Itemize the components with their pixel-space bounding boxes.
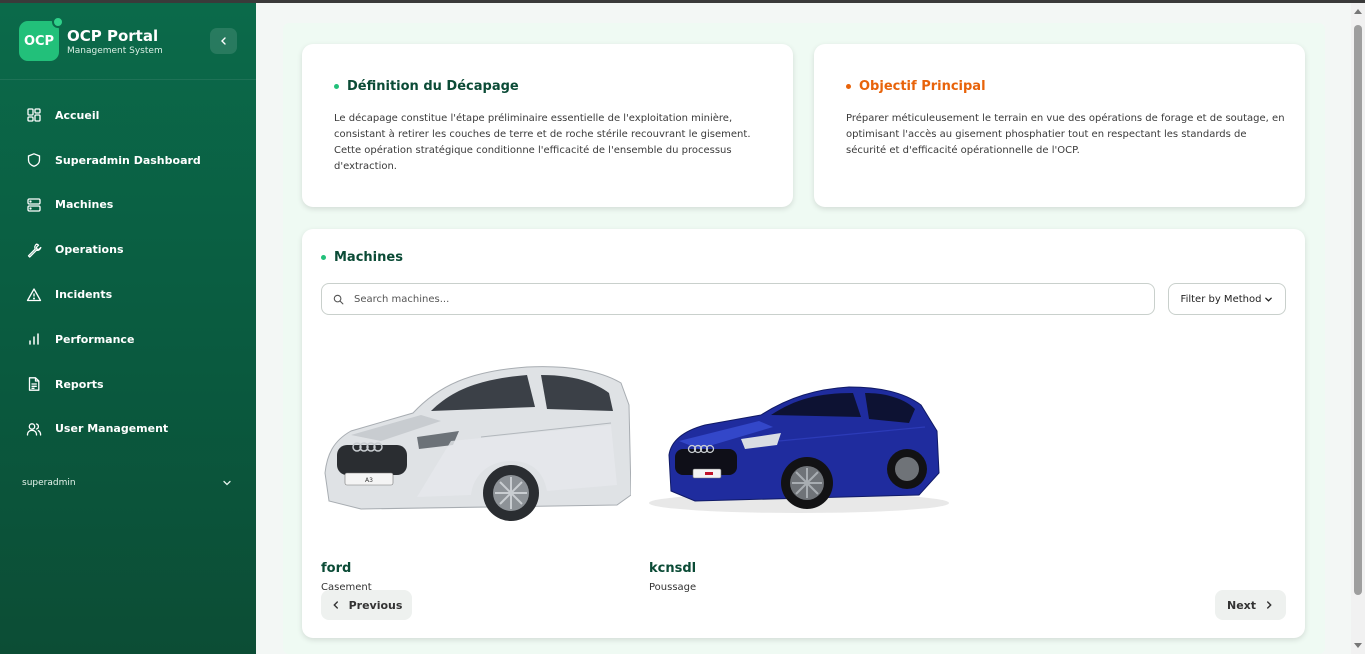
app-subtitle: Management System [67,45,163,56]
machine-method: Poussage [649,582,697,593]
objective-text: Préparer méticuleusement le terrain en v… [846,113,1285,156]
objective-card: Objectif Principal Préparer méticuleusem… [814,44,1305,207]
chevron-down-icon [1265,297,1273,302]
machine-name: kcnsdl [649,561,697,576]
scroll-thumb[interactable] [1354,25,1362,595]
sidebar-item-label: Operations [55,243,124,257]
sidebar: OCP OCP Portal Management System Accueil… [0,3,256,654]
logo-text: OCP [23,33,55,49]
page-scrollbar[interactable] [1351,3,1365,654]
scroll-down-arrow-icon[interactable] [1354,643,1362,648]
machines-card: Machines Filter by Method [302,229,1305,638]
sidebar-item-label: Reports [55,377,104,391]
status-dot [52,16,64,28]
user-menu[interactable]: superadmin [22,478,232,488]
sidebar-item-label: Performance [55,332,135,346]
content-panel: Définition du Décapage Le décapage const… [283,23,1325,654]
sidebar-item-label: Incidents [55,288,113,302]
chevron-down-icon [223,480,231,486]
search-input[interactable] [354,293,1114,305]
machine-name: ford [321,561,352,576]
wrench-icon [26,242,42,258]
app-title: OCP Portal [67,26,159,45]
machine-card[interactable]: A3 ford Casement [321,345,632,593]
machines-title: Machines [321,250,403,265]
window-top-border [0,0,1365,3]
bar-chart-icon [26,331,42,347]
sidebar-item-label: Superadmin Dashboard [55,153,201,167]
app-logo: OCP [19,16,64,61]
definition-card: Définition du Décapage Le décapage const… [302,44,793,207]
machines-title-text: Machines [334,250,403,265]
sidebar-item-incidents[interactable]: Incidents [0,272,256,317]
sidebar-item-label: Accueil [55,108,100,122]
sidebar-item-reports[interactable]: Reports [0,362,256,407]
scroll-up-arrow-icon[interactable] [1354,9,1362,14]
search-icon [333,294,344,304]
chevron-right-icon [1267,601,1272,609]
username: superadmin [22,478,76,488]
definition-title-text: Définition du Décapage [347,79,519,94]
previous-label: Previous [348,598,403,612]
alert-triangle-icon [26,287,42,303]
file-text-icon [26,376,42,392]
collapse-sidebar-button[interactable] [210,28,237,54]
chevron-left-icon [220,37,226,45]
definition-text: Le décapage constitue l'étape préliminai… [334,113,751,172]
bullet-dot [846,84,851,89]
objective-title-text: Objectif Principal [859,79,986,94]
sidebar-item-label: Machines [55,198,114,212]
next-label: Next [1226,598,1257,612]
bullet-dot [321,255,326,260]
users-icon [26,421,42,437]
machine-card[interactable]: kcnsdl Poussage [649,345,959,593]
machine-image: A3 [324,366,632,521]
machine-image [649,386,949,513]
sidebar-item-operations[interactable]: Operations [0,227,256,272]
brand-header: OCP OCP Portal Management System [0,3,256,80]
previous-button[interactable]: Previous [321,590,412,620]
bullet-dot [334,84,339,89]
sidebar-item-accueil[interactable]: Accueil [0,93,256,138]
chevron-left-icon [332,601,338,609]
sidebar-item-superadmin-dashboard[interactable]: Superadmin Dashboard [0,138,256,183]
main-content: Définition du Décapage Le décapage const… [256,3,1351,654]
search-box [321,283,1155,315]
sidebar-item-machines[interactable]: Machines [0,183,256,228]
objective-title: Objectif Principal [846,79,986,94]
definition-title: Définition du Décapage [334,79,519,94]
filter-by-method-select[interactable]: Filter by Method [1168,283,1286,315]
shield-icon [26,152,42,168]
next-button[interactable]: Next [1215,590,1286,620]
filter-label: Filter by Method [1180,293,1262,305]
plate-text: A3 [365,477,373,484]
sidebar-item-user-management[interactable]: User Management [0,407,256,452]
sidebar-item-performance[interactable]: Performance [0,317,256,362]
server-icon [26,197,42,213]
sidebar-nav: Accueil Superadmin Dashboard Machines Op… [0,93,256,451]
sidebar-item-label: User Management [55,422,169,436]
grid-icon [26,107,42,123]
